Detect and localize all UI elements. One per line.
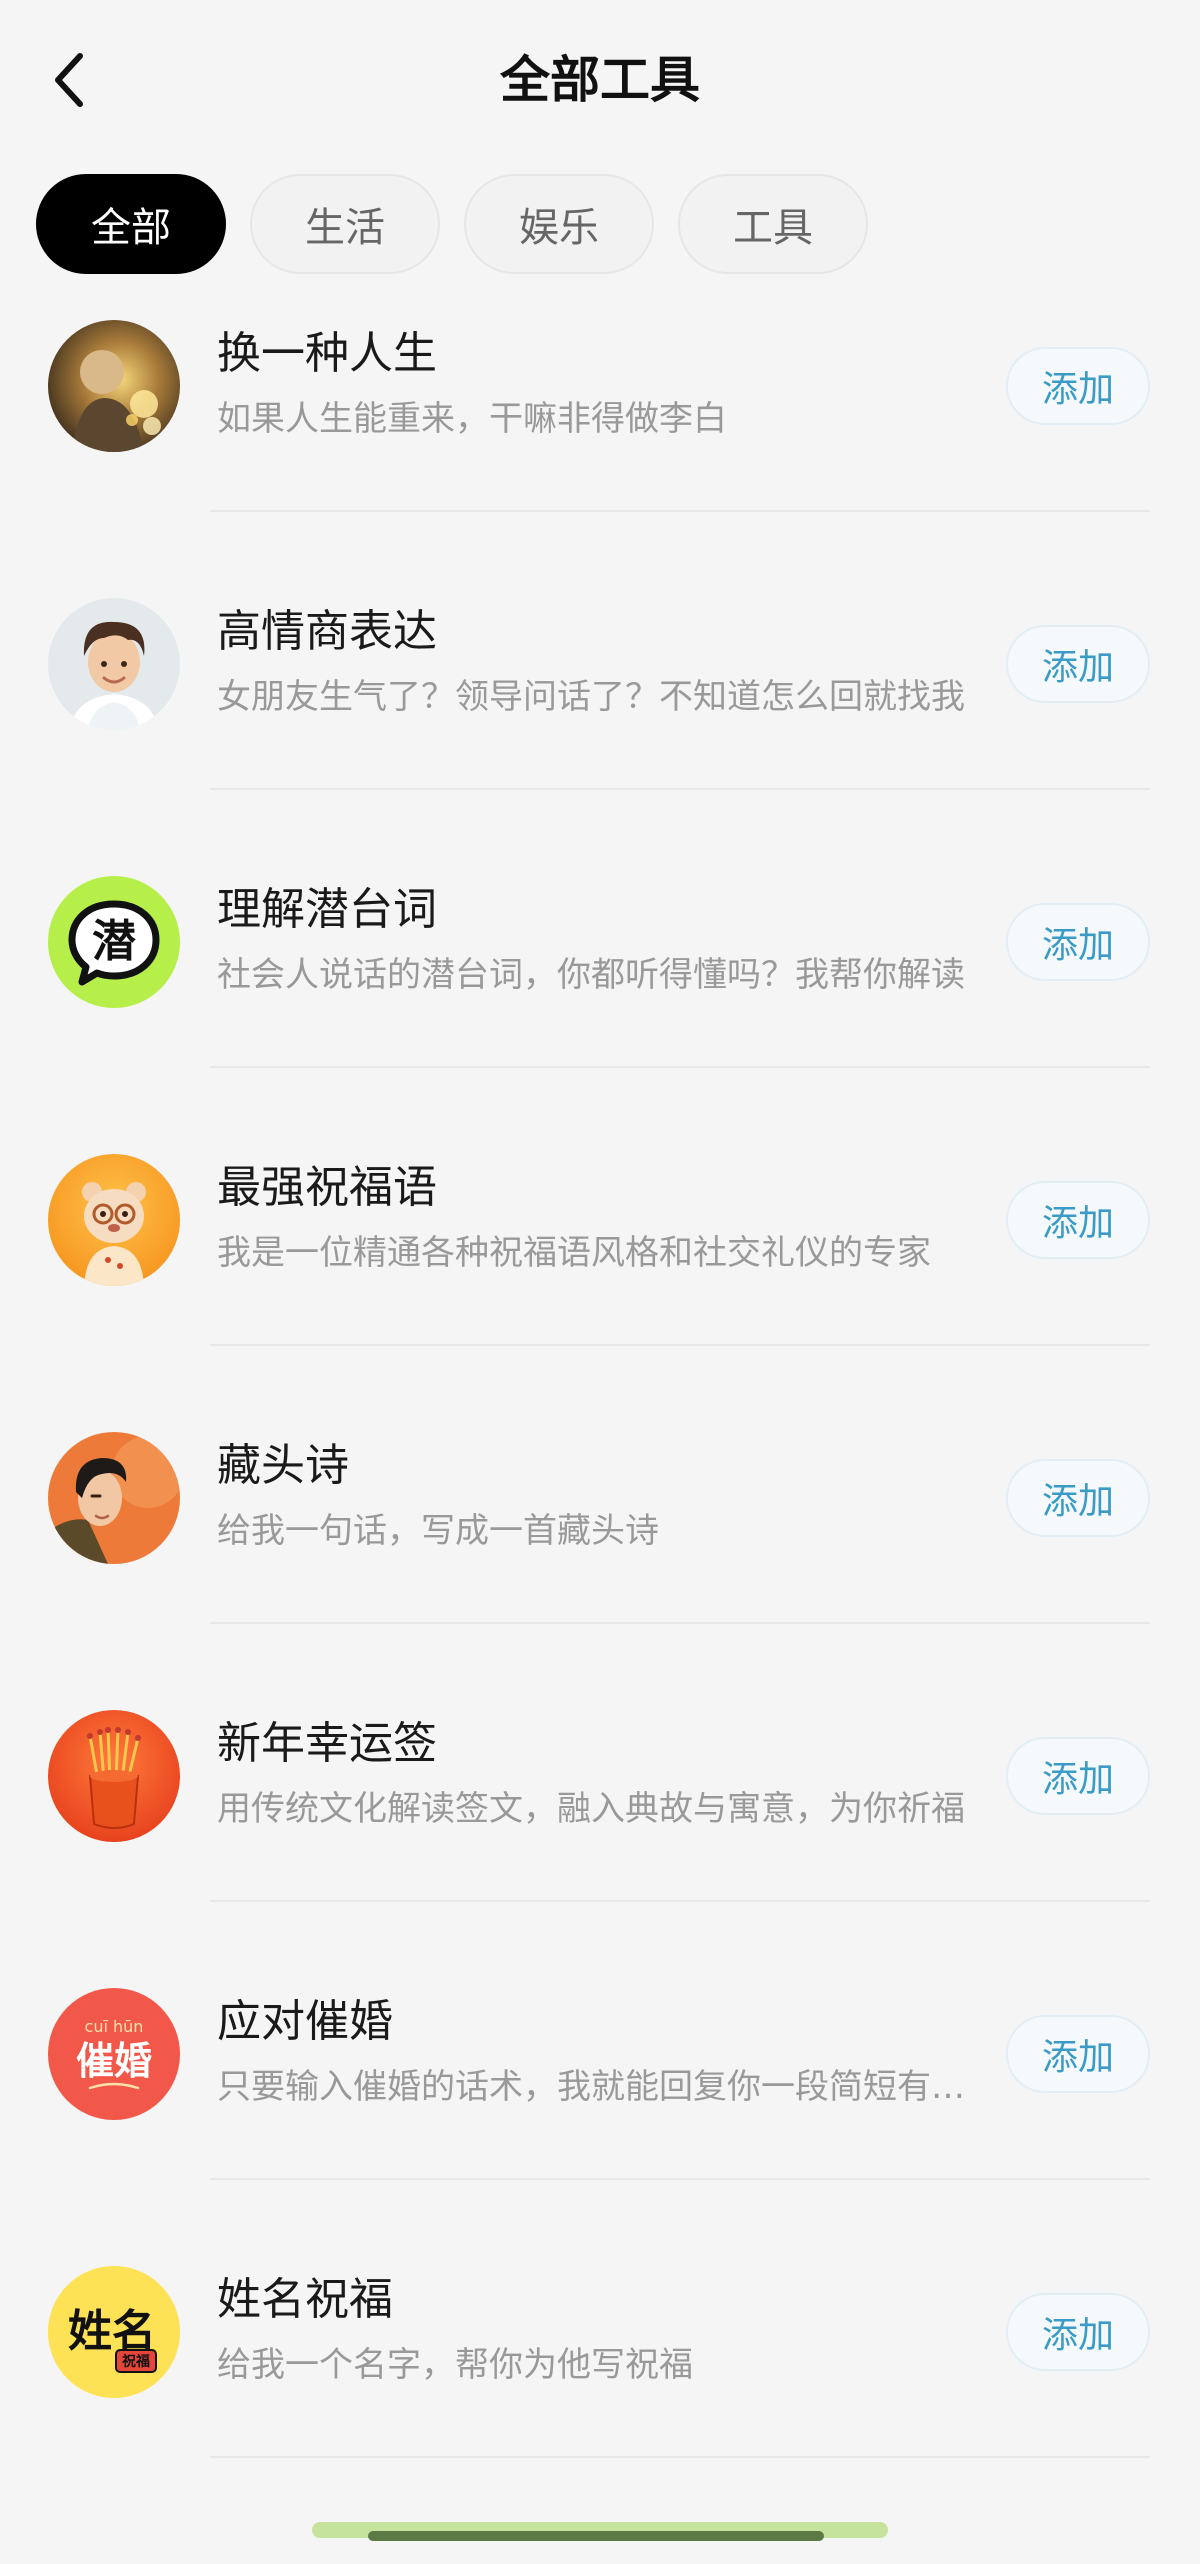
- item-title: 高情商表达: [217, 606, 437, 657]
- list-item[interactable]: 姓名 祝福 姓名祝福 给我一个名字，帮你为他写祝福 添加: [0, 2246, 1200, 2524]
- item-description: 给我一个名字，帮你为他写祝福: [217, 2345, 693, 2385]
- item-description: 只要输入催婚的话术，我就能回复你一段简短有力的话: [217, 2067, 977, 2107]
- tab-tools[interactable]: 工具: [678, 174, 868, 274]
- divider: [210, 2178, 1150, 2180]
- divider: [210, 1900, 1150, 1902]
- item-title: 应对催婚: [217, 1996, 393, 2047]
- item-description: 用传统文化解读签文，融入典故与寓意，为你祈福: [217, 1789, 965, 1829]
- category-tabs: 全部 生活 娱乐 工具: [36, 174, 868, 274]
- item-title: 藏头诗: [217, 1440, 349, 1491]
- divider: [210, 1622, 1150, 1624]
- divider: [210, 788, 1150, 790]
- list-item[interactable]: 高情商表达 女朋友生气了？领导问话了？不知道怎么回就找我 添加: [0, 578, 1200, 856]
- list-item[interactable]: cuī hūn 催婚 应对催婚 只要输入催婚的话术，我就能回复你一段简短有力的话…: [0, 1968, 1200, 2246]
- tool-list: 换一种人生 如果人生能重来，干嘛非得做李白 添加 高情商表达 女朋友生气了？领导…: [0, 300, 1200, 2524]
- avatar-glyph: 催婚: [76, 2039, 152, 2083]
- fortune-sticks-avatar: [48, 1710, 180, 1842]
- list-item[interactable]: 换一种人生 如果人生能重来，干嘛非得做李白 添加: [0, 300, 1200, 578]
- bear-mascot-avatar: [48, 1154, 180, 1286]
- avatar-badge: 祝福: [122, 2353, 150, 2370]
- page-title: 全部工具: [500, 51, 700, 109]
- item-description: 如果人生能重来，干嘛非得做李白: [217, 399, 727, 439]
- add-button[interactable]: 添加: [1006, 625, 1150, 703]
- divider: [210, 2456, 1150, 2458]
- item-title: 最强祝福语: [217, 1162, 437, 1213]
- add-button[interactable]: 添加: [1006, 2015, 1150, 2093]
- golden-portrait-avatar: [48, 320, 180, 452]
- add-button[interactable]: 添加: [1006, 1181, 1150, 1259]
- item-description: 社会人说话的潜台词，你都听得懂吗？我帮你解读: [217, 955, 965, 995]
- speech-bubble-avatar: 潜: [48, 876, 180, 1008]
- item-title: 换一种人生: [217, 328, 437, 379]
- add-button[interactable]: 添加: [1006, 347, 1150, 425]
- list-item[interactable]: 潜 理解潜台词 社会人说话的潜台词，你都听得懂吗？我帮你解读 添加: [0, 856, 1200, 1134]
- item-description: 我是一位精通各种祝福语风格和社交礼仪的专家: [217, 1233, 931, 1273]
- tab-life[interactable]: 生活: [250, 174, 440, 274]
- name-blessing-avatar: 姓名 祝福: [48, 2266, 180, 2398]
- add-button[interactable]: 添加: [1006, 1737, 1150, 1815]
- add-button[interactable]: 添加: [1006, 1459, 1150, 1537]
- poet-portrait-avatar: [48, 1432, 180, 1564]
- header: 全部工具: [0, 0, 1200, 160]
- add-button[interactable]: 添加: [1006, 2293, 1150, 2371]
- cuihun-text-avatar: cuī hūn 催婚: [48, 1988, 180, 2120]
- item-description: 给我一句话，写成一首藏头诗: [217, 1511, 659, 1551]
- smiling-boy-avatar: [48, 598, 180, 730]
- home-indicator-bar: [368, 2531, 824, 2541]
- divider: [210, 1066, 1150, 1068]
- list-item[interactable]: 藏头诗 给我一句话，写成一首藏头诗 添加: [0, 1412, 1200, 1690]
- tab-entertainment[interactable]: 娱乐: [464, 174, 654, 274]
- avatar-glyph: 潜: [92, 916, 136, 967]
- add-button[interactable]: 添加: [1006, 903, 1150, 981]
- divider: [210, 510, 1150, 512]
- divider: [210, 1344, 1150, 1346]
- avatar-pinyin: cuī hūn: [85, 2017, 144, 2036]
- tab-all[interactable]: 全部: [36, 174, 226, 274]
- item-title: 姓名祝福: [217, 2274, 393, 2325]
- item-description: 女朋友生气了？领导问话了？不知道怎么回就找我: [217, 677, 965, 717]
- item-title: 理解潜台词: [217, 884, 437, 935]
- item-title: 新年幸运签: [217, 1718, 437, 1769]
- list-item[interactable]: 最强祝福语 我是一位精通各种祝福语风格和社交礼仪的专家 添加: [0, 1134, 1200, 1412]
- list-item[interactable]: 新年幸运签 用传统文化解读签文，融入典故与寓意，为你祈福 添加: [0, 1690, 1200, 1968]
